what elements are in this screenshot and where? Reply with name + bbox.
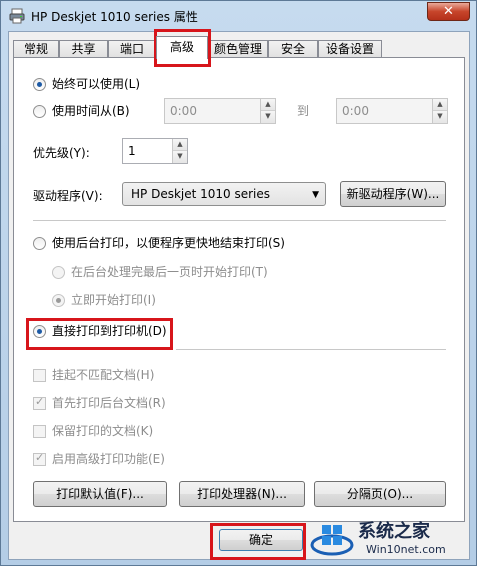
start-after-last-page-radio[interactable] xyxy=(52,266,65,279)
spool-label: 使用后台打印，以便程序更快地结束打印(S) xyxy=(52,236,285,250)
driver-select[interactable]: HP Deskjet 1010 series ▼ xyxy=(122,182,326,206)
start-immediately-label: 立即开始打印(I) xyxy=(71,293,156,307)
to-time-spinner[interactable]: ▲ ▼ xyxy=(432,99,447,123)
spool-radio[interactable] xyxy=(33,237,46,250)
available-from-radio[interactable] xyxy=(33,105,46,118)
tab-ports[interactable]: 端口 xyxy=(108,40,156,58)
tab-color-management[interactable]: 颜色管理 xyxy=(208,40,268,58)
advanced-tab-panel: 始终可以使用(L) 使用时间从(B) 0:00 ▲ ▼ 到 0:00 ▲ ▼ 优先级… xyxy=(13,57,465,522)
available-from-label: 使用时间从(B) xyxy=(52,104,130,118)
priority-input[interactable]: 1 ▲ ▼ xyxy=(122,138,188,164)
tab-sharing[interactable]: 共享 xyxy=(59,40,108,58)
tab-advanced[interactable]: 高级 xyxy=(156,36,208,59)
window-title: HP Deskjet 1010 series 属性 xyxy=(31,10,198,24)
advanced-features-checkbox[interactable] xyxy=(33,451,46,466)
print-processor-button[interactable]: 打印处理器(N)... xyxy=(179,481,305,507)
printer-properties-window: HP Deskjet 1010 series 属性 ✕ 常规 共享 端口 高级 … xyxy=(0,0,477,566)
watermark-subtitle: Win10net.com xyxy=(366,543,446,556)
from-time-spinner[interactable]: ▲ ▼ xyxy=(260,99,275,123)
divider xyxy=(176,349,446,350)
always-available-label: 始终可以使用(L) xyxy=(52,77,141,91)
watermark: 系统之家 Win10net.com xyxy=(306,509,477,566)
driver-label: 驱动程序(V): xyxy=(33,189,103,203)
dialog-client-area: 常规 共享 端口 高级 颜色管理 安全 设备设置 始终可以使用(L) 使用时间从… xyxy=(8,31,470,560)
print-spooled-first-label: 首先打印后台文档(R) xyxy=(52,396,166,410)
watermark-title: 系统之家 xyxy=(358,521,430,542)
start-after-last-page-label: 在后台处理完最后一页时开始打印(T) xyxy=(71,265,268,279)
new-driver-button[interactable]: 新驱动程序(W)... xyxy=(340,181,446,207)
hold-mismatched-label: 挂起不匹配文档(H) xyxy=(52,368,155,382)
title-bar[interactable]: HP Deskjet 1010 series 属性 ✕ xyxy=(1,1,476,31)
divider xyxy=(33,220,446,221)
print-spooled-first-checkbox[interactable] xyxy=(33,395,46,410)
to-label: 到 xyxy=(297,104,310,118)
priority-label: 优先级(Y): xyxy=(33,146,90,160)
advanced-features-label: 启用高级打印功能(E) xyxy=(52,452,165,466)
tab-device-settings[interactable]: 设备设置 xyxy=(318,40,382,58)
tab-general[interactable]: 常规 xyxy=(13,40,59,58)
start-immediately-radio[interactable] xyxy=(52,294,65,307)
printer-icon xyxy=(9,8,25,24)
highlight-print-directly xyxy=(26,318,173,350)
chevron-down-icon: ▼ xyxy=(312,190,319,200)
hold-mismatched-checkbox[interactable] xyxy=(33,369,46,382)
printing-defaults-button[interactable]: 打印默认值(F)... xyxy=(33,481,167,507)
watermark-logo-icon xyxy=(310,525,354,556)
priority-spinner[interactable]: ▲ ▼ xyxy=(172,139,187,163)
keep-printed-checkbox[interactable] xyxy=(33,425,46,438)
close-button[interactable]: ✕ xyxy=(427,2,470,21)
highlight-ok-button xyxy=(210,523,306,560)
keep-printed-label: 保留打印的文档(K) xyxy=(52,424,154,438)
always-available-radio[interactable] xyxy=(33,78,46,91)
separator-page-button[interactable]: 分隔页(O)... xyxy=(314,481,446,507)
from-time-input[interactable]: 0:00 ▲ ▼ xyxy=(164,98,276,124)
close-icon: ✕ xyxy=(443,4,454,19)
tab-security[interactable]: 安全 xyxy=(268,40,318,58)
to-time-input[interactable]: 0:00 ▲ ▼ xyxy=(336,98,448,124)
